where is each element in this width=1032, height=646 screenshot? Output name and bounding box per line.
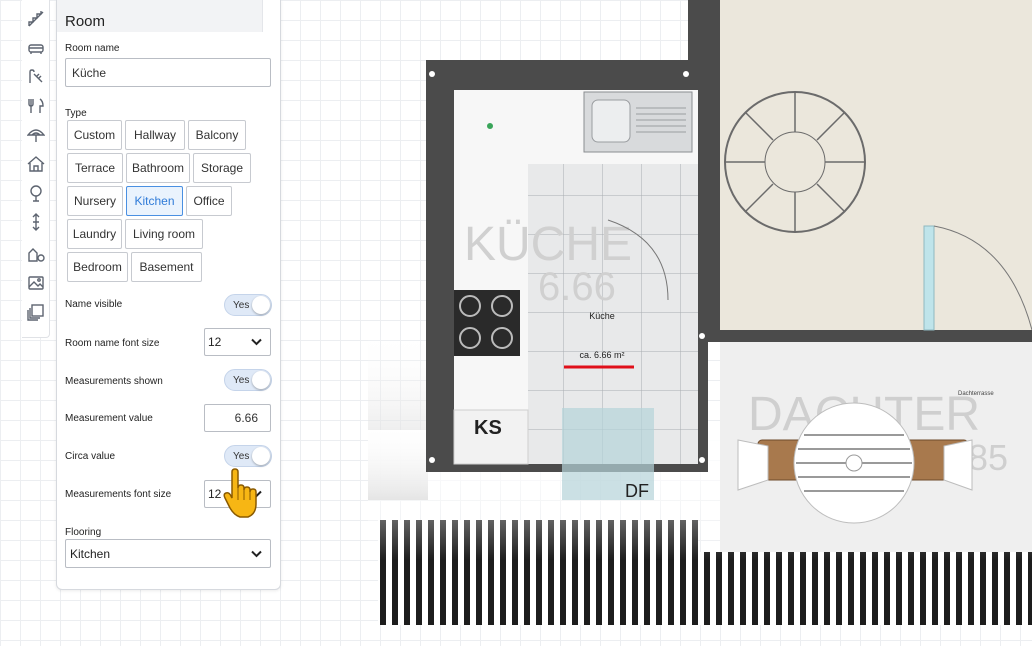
umbrella-icon[interactable] xyxy=(25,124,47,146)
type-chip-bedroom[interactable]: Bedroom xyxy=(67,252,128,282)
cutlery-icon[interactable] xyxy=(25,95,47,117)
type-chip-basement[interactable]: Basement xyxy=(131,252,202,282)
type-chip-hallway[interactable]: Hallway xyxy=(125,120,185,150)
panel-title: Room xyxy=(65,13,106,30)
name-visible-toggle[interactable]: Yes xyxy=(224,294,272,316)
layers-icon[interactable] xyxy=(25,301,47,323)
stair-room-wall xyxy=(708,0,720,330)
room-name-font-size-select[interactable]: 12 xyxy=(204,328,271,356)
df-label: DF xyxy=(625,481,649,501)
type-chip-laundry[interactable]: Laundry xyxy=(67,219,122,249)
toggle-knob xyxy=(252,447,270,465)
room-name-input[interactable]: Küche xyxy=(65,58,271,87)
measurements-shown-toggle[interactable]: Yes xyxy=(224,369,272,391)
type-chip-living-room[interactable]: Living room xyxy=(125,219,203,249)
type-chip-balcony[interactable]: Balcony xyxy=(188,120,246,150)
circa-value-label: Circa value xyxy=(65,451,116,462)
tree-icon[interactable] xyxy=(25,182,47,204)
type-chip-office[interactable]: Office xyxy=(186,186,232,216)
bg-kitchen-text: KÜCHE xyxy=(464,218,632,271)
room-name-value: Küche xyxy=(72,65,107,80)
type-chip-kitchen[interactable]: Kitchen xyxy=(126,186,183,216)
measurement-value: 6.66 xyxy=(234,411,258,425)
circa-value: Yes xyxy=(233,451,250,462)
type-chip-terrace[interactable]: Terrace xyxy=(67,153,123,183)
sink-basin xyxy=(591,99,631,143)
type-chip-nursery[interactable]: Nursery xyxy=(67,186,123,216)
stair-room-bottom-wall xyxy=(708,330,1032,342)
tool-sidebar xyxy=(22,0,50,338)
stairs-icon[interactable] xyxy=(25,8,47,30)
measurement-value-label: Measurement value xyxy=(65,413,153,424)
shapes-icon[interactable] xyxy=(25,243,47,265)
measurements-shown-value: Yes xyxy=(233,375,250,386)
terrace-label: Dachterrasse xyxy=(958,391,994,397)
ks-label: KS xyxy=(474,417,502,439)
name-visible-label: Name visible xyxy=(65,299,123,310)
room-name-font-size-value: 12 xyxy=(208,335,222,349)
type-chip-custom[interactable]: Custom xyxy=(67,120,122,150)
anchor-dot xyxy=(487,123,493,129)
room-label: Küche xyxy=(589,311,615,321)
flooring-label: Flooring xyxy=(65,527,102,538)
bath-icon[interactable] xyxy=(25,66,47,88)
room-name-label: Room name xyxy=(65,43,120,54)
house-icon[interactable] xyxy=(25,153,47,175)
type-chip-storage[interactable]: Storage xyxy=(193,153,251,183)
bg-terrace-num: 85 xyxy=(968,437,1008,478)
area-label: ca. 6.66 m² xyxy=(579,350,624,360)
type-label: Type xyxy=(65,108,87,119)
measurement-value-input[interactable]: 6.66 xyxy=(204,404,271,432)
toggle-knob xyxy=(252,371,270,389)
measurements-font-size-label: Measurements font size xyxy=(65,489,172,500)
type-chip-bathroom[interactable]: Bathroom xyxy=(126,153,190,183)
panel-header: Room xyxy=(57,0,263,32)
bg-kitchen-area: 6.66 xyxy=(538,265,616,309)
glass-door xyxy=(923,225,935,331)
flooring-value: Kitchen xyxy=(70,546,111,561)
measurements-font-size-value: 12 xyxy=(208,487,222,501)
height-icon[interactable] xyxy=(25,211,47,233)
stair-room-floor xyxy=(708,0,1032,340)
railing-right xyxy=(698,552,1032,625)
room-name-font-size-label: Room name font size xyxy=(65,338,160,349)
chevron-down-icon xyxy=(251,550,262,557)
floor-plan-canvas[interactable]: KÜCHE 6.66 Küche ca. 6.66 m² KS DF DACHT… xyxy=(368,0,1032,626)
toggle-knob xyxy=(252,296,270,314)
sofa-icon[interactable] xyxy=(25,37,47,59)
name-visible-value: Yes xyxy=(233,300,250,311)
hand-pointer-icon xyxy=(223,468,257,518)
circa-value-toggle[interactable]: Yes xyxy=(224,445,272,467)
chevron-down-icon xyxy=(251,338,262,346)
measurements-shown-label: Measurements shown xyxy=(65,376,163,387)
flooring-select[interactable]: Kitchen xyxy=(65,539,271,568)
image-icon[interactable] xyxy=(25,272,47,294)
